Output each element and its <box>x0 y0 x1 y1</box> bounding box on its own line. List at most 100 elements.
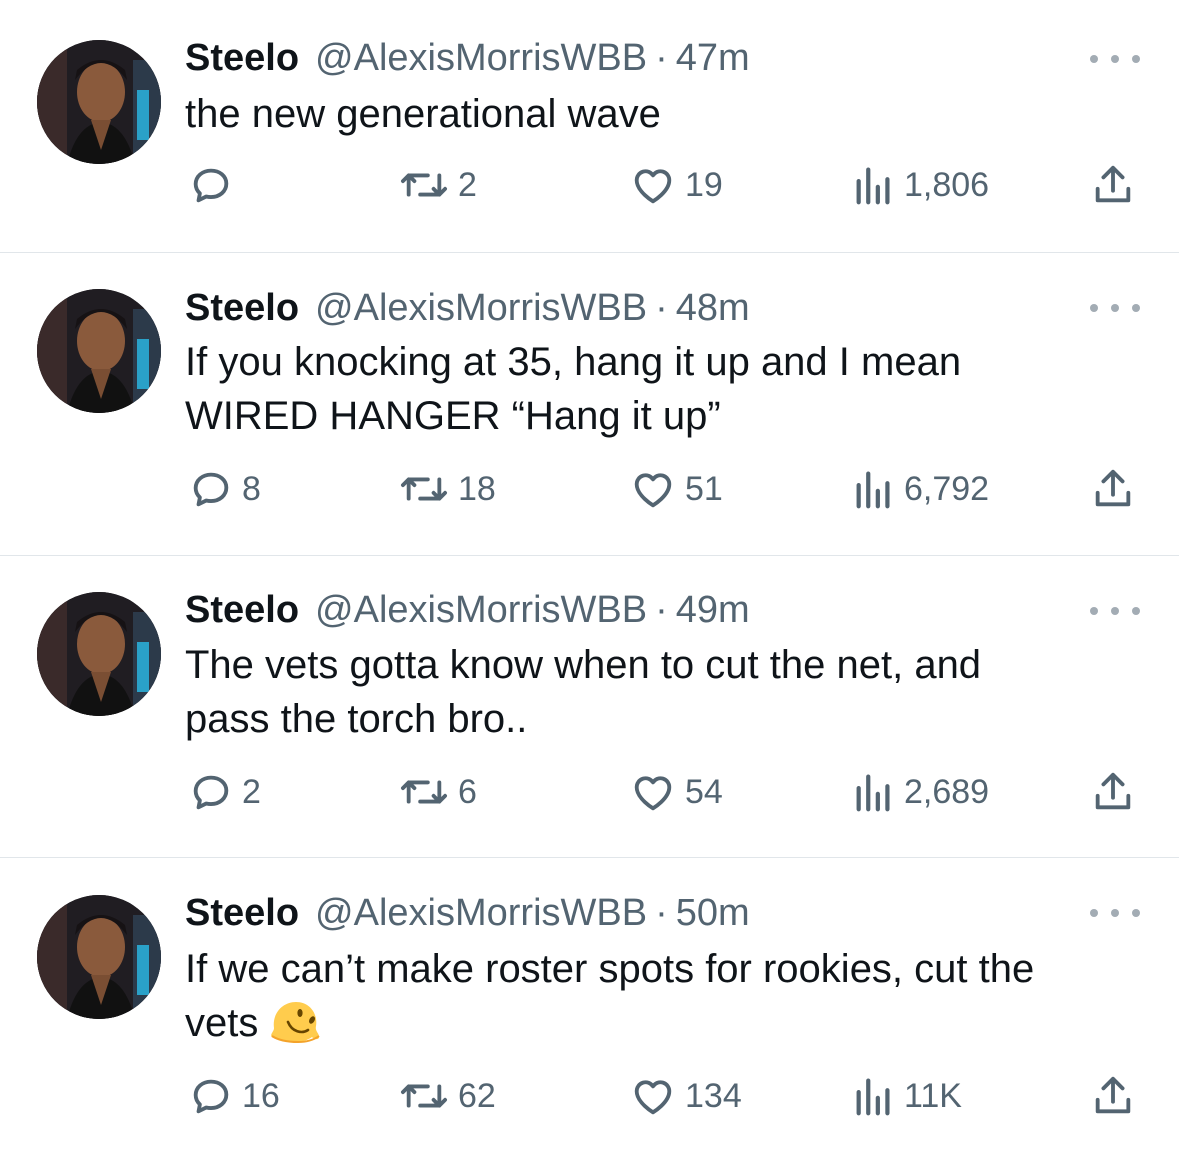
views-count: 2,689 <box>904 772 990 811</box>
like-button[interactable]: 19 <box>629 160 723 210</box>
share-icon <box>1095 772 1131 810</box>
retweet-count: 18 <box>458 469 496 508</box>
retweet-count: 2 <box>458 165 477 204</box>
retweet-count: 62 <box>458 1076 496 1115</box>
like-icon <box>634 169 672 204</box>
more-icon[interactable] <box>1090 898 1140 928</box>
share-button[interactable] <box>1090 464 1136 514</box>
like-button[interactable]: 54 <box>629 767 723 817</box>
like-count: 19 <box>685 165 723 204</box>
reply-count: 16 <box>242 1076 280 1115</box>
reply-count: 2 <box>242 772 261 811</box>
retweet-count: 6 <box>458 772 477 811</box>
avatar[interactable] <box>37 592 161 716</box>
separator: · <box>655 37 668 79</box>
reply-icon <box>193 472 229 507</box>
handle[interactable]: @AlexisMorrisWBB <box>315 33 647 83</box>
views-icon <box>856 167 890 205</box>
more-icon[interactable] <box>1090 44 1140 74</box>
tweet-header: Steelo @AlexisMorrisWBB · 47m <box>185 33 750 83</box>
action-bar: 2 19 1,806 <box>0 160 1179 210</box>
timestamp[interactable]: 48m <box>676 283 750 333</box>
views-button[interactable]: 2,689 <box>852 767 989 817</box>
views-button[interactable]: 1,806 <box>852 160 989 210</box>
handle[interactable]: @AlexisMorrisWBB <box>315 888 647 938</box>
timestamp[interactable]: 49m <box>676 585 750 635</box>
retweet-icon <box>400 477 447 501</box>
separator: · <box>655 287 668 329</box>
like-count: 134 <box>685 1076 742 1115</box>
retweet-icon <box>400 173 447 197</box>
reply-icon <box>193 775 229 810</box>
timestamp[interactable]: 47m <box>676 33 750 83</box>
share-button[interactable] <box>1090 767 1136 817</box>
tweet[interactable]: Steelo @AlexisMorrisWBB · 47m the new ge… <box>0 0 1179 252</box>
tweet-text: If you knocking at 35, hang it up and I … <box>185 335 1145 443</box>
display-name[interactable]: Steelo <box>185 585 299 635</box>
retweet-icon <box>400 1084 447 1108</box>
more-icon[interactable] <box>1090 596 1140 626</box>
tweet-header: Steelo @AlexisMorrisWBB · 48m <box>185 283 750 333</box>
views-icon <box>856 471 890 509</box>
retweet-button[interactable]: 62 <box>398 1071 496 1121</box>
share-icon <box>1095 165 1131 203</box>
like-button[interactable]: 51 <box>629 464 723 514</box>
melting-face-emoji <box>271 1002 320 1044</box>
avatar[interactable] <box>37 895 161 1019</box>
display-name[interactable]: Steelo <box>185 888 299 938</box>
views-count: 6,792 <box>904 469 990 508</box>
handle[interactable]: @AlexisMorrisWBB <box>315 585 647 635</box>
timeline: Steelo @AlexisMorrisWBB · 47m the new ge… <box>0 0 1179 1160</box>
tweet[interactable]: Steelo @AlexisMorrisWBB · 49m The vets g… <box>0 556 1179 857</box>
views-button[interactable]: 11K <box>852 1071 962 1121</box>
share-button[interactable] <box>1090 1071 1136 1121</box>
reply-icon <box>193 168 229 203</box>
action-bar: 16 62 134 11K <box>0 1071 1179 1121</box>
like-count: 54 <box>685 772 723 811</box>
reply-button[interactable]: 8 <box>188 464 261 514</box>
timestamp[interactable]: 50m <box>676 888 750 938</box>
retweet-button[interactable]: 2 <box>398 160 477 210</box>
tweet-text: The vets gotta know when to cut the net,… <box>185 638 1145 746</box>
reply-button[interactable]: 16 <box>188 1071 280 1121</box>
retweet-button[interactable]: 18 <box>398 464 496 514</box>
separator: · <box>655 589 668 631</box>
tweet[interactable]: Steelo @AlexisMorrisWBB · 50m If we can’… <box>0 858 1179 1160</box>
avatar[interactable] <box>37 40 161 164</box>
handle[interactable]: @AlexisMorrisWBB <box>315 283 647 333</box>
tweet-text-line: The vets gotta know when to cut the net,… <box>185 643 982 687</box>
views-count: 1,806 <box>904 165 990 204</box>
avatar[interactable] <box>37 289 161 413</box>
tweet-text-line: If we can’t make roster spots for rookie… <box>185 947 1035 991</box>
separator: · <box>655 892 668 934</box>
display-name[interactable]: Steelo <box>185 283 299 333</box>
tweet-text-line: the new generational wave <box>185 92 661 136</box>
retweet-button[interactable]: 6 <box>398 767 477 817</box>
reply-button[interactable]: 2 <box>188 767 261 817</box>
more-icon[interactable] <box>1090 293 1140 323</box>
share-icon <box>1095 1076 1131 1114</box>
reply-button[interactable] <box>188 160 242 210</box>
tweet-text-fragment: vets <box>185 1001 259 1045</box>
share-button[interactable] <box>1090 160 1136 210</box>
reply-count: 8 <box>242 469 261 508</box>
action-bar: 8 18 51 6,792 <box>0 464 1179 514</box>
views-button[interactable]: 6,792 <box>852 464 989 514</box>
views-icon <box>856 1078 890 1116</box>
tweet-header: Steelo @AlexisMorrisWBB · 50m <box>185 888 750 938</box>
reply-icon <box>193 1079 229 1114</box>
tweet[interactable]: Steelo @AlexisMorrisWBB · 48m If you kno… <box>0 253 1179 555</box>
like-button[interactable]: 134 <box>629 1071 742 1121</box>
like-icon <box>634 776 672 811</box>
display-name[interactable]: Steelo <box>185 33 299 83</box>
retweet-icon <box>400 780 447 804</box>
like-count: 51 <box>685 469 723 508</box>
tweet-header: Steelo @AlexisMorrisWBB · 49m <box>185 585 750 635</box>
tweet-text-line: WIRED HANGER “Hang it up” <box>185 394 721 438</box>
like-icon <box>634 1080 672 1115</box>
views-count: 11K <box>904 1076 962 1115</box>
tweet-text-line: vets <box>185 996 1145 1050</box>
share-icon <box>1095 469 1131 507</box>
tweet-text: the new generational wave <box>185 87 1145 141</box>
action-bar: 2 6 54 2,689 <box>0 767 1179 817</box>
